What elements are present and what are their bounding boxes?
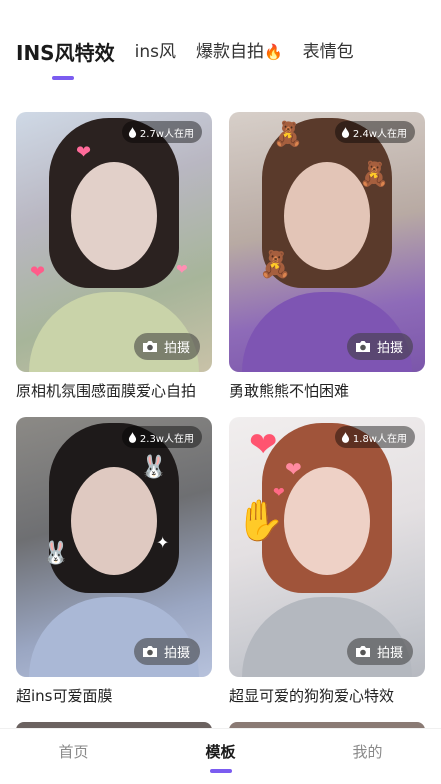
bottom-navigation: 首页 模板 我的 [0,728,441,784]
template-card[interactable]: 🧸 🧸 🧸 2.4w人在用 拍摄 勇敢熊熊不怕困难 [229,112,425,401]
shoot-label: 拍摄 [163,646,190,661]
tab-hot-selfie[interactable]: 爆款自拍🔥 [196,40,283,64]
photo-face [284,162,370,270]
flame-icon [128,126,137,138]
nav-templates[interactable]: 模板 [147,729,294,784]
template-card[interactable]: ❤ ❤ ❤ ✋ 1.8w人在用 拍摄 超显可爱的狗狗爱心特效 [229,417,425,706]
template-thumbnail[interactable]: 🧸 🧸 🧸 2.4w人在用 拍摄 [229,112,425,372]
camera-icon [142,341,157,352]
active-tab-indicator [52,76,74,80]
template-card[interactable]: ❤ ❤ ❤ 2.7w人在用 拍摄 原相机氛围感面膜爱心自拍 [16,112,212,401]
flame-icon [128,431,137,443]
flame-icon [341,431,350,443]
heart-sticker: ❤ [30,262,46,283]
category-tabs: INS风特效 ins风 爆款自拍🔥 表情包 [16,40,425,84]
shoot-button[interactable]: 拍摄 [346,333,413,360]
usage-count: 1.8w人在用 [352,433,407,445]
shoot-label: 拍摄 [376,646,403,661]
photo-clothing [29,597,199,677]
bear-sticker: 🧸 [259,250,292,280]
heart-sticker: ❤ [76,142,92,163]
heart-sticker: ❤ [285,457,302,481]
photo-face [71,467,157,575]
tab-label: ins风 [134,42,176,62]
shoot-label: 拍摄 [376,341,403,356]
fire-icon: 🔥 [263,43,283,61]
usage-badge: 2.3w人在用 [121,426,202,448]
usage-badge: 1.8w人在用 [334,426,415,448]
bunny-sticker: 🐰 [42,541,70,566]
usage-badge: 2.4w人在用 [334,121,415,143]
template-thumbnail[interactable]: 🐰 🐰 ✦ 2.3w人在用 拍摄 [16,417,212,677]
usage-badge: 2.7w人在用 [121,121,202,143]
usage-count: 2.7w人在用 [139,128,194,140]
nav-profile[interactable]: 我的 [294,729,441,784]
bunny-sticker: 🐰 [140,455,168,480]
tab-label: 爆款自拍 [195,42,264,62]
template-thumbnail[interactable]: ❤ ❤ ❤ 2.7w人在用 拍摄 [16,112,212,372]
nav-label: 我的 [352,743,383,761]
photo-clothing [242,292,412,372]
flame-icon [341,126,350,138]
template-thumbnail[interactable]: ❤ ❤ ❤ ✋ 1.8w人在用 拍摄 [229,417,425,677]
camera-icon [355,646,370,657]
tab-ins-style[interactable]: ins风 [135,40,176,64]
nav-label: 首页 [58,743,89,761]
camera-icon [142,646,157,657]
tab-stickers[interactable]: 表情包 [303,40,354,64]
photo-face [71,162,157,270]
tab-label: INS风特效 [16,41,115,65]
usage-count: 2.4w人在用 [352,128,407,140]
photo-clothing [242,597,412,677]
photo-clothing [29,292,199,372]
tab-ins-effects[interactable]: INS风特效 [16,40,115,80]
shoot-button[interactable]: 拍摄 [133,333,200,360]
template-title: 勇敢熊熊不怕困难 [229,382,350,400]
shoot-label: 拍摄 [163,341,190,356]
nav-label: 模板 [205,743,236,761]
active-nav-indicator [209,769,232,773]
nav-home[interactable]: 首页 [0,729,147,784]
glove-shape: ✋ [235,498,285,544]
camera-icon [355,341,370,352]
sparkle-sticker: ✦ [156,533,170,552]
template-title: 超ins可爱面膜 [16,687,113,705]
template-title: 原相机氛围感面膜爱心自拍 [16,382,197,400]
tab-label: 表情包 [302,42,354,62]
photo-face [284,467,370,575]
heart-sticker: ❤ [249,425,278,465]
template-title: 超显可爱的狗狗爱心特效 [229,687,395,705]
shoot-button[interactable]: 拍摄 [346,638,413,665]
usage-count: 2.3w人在用 [139,433,194,445]
heart-sticker: ❤ [176,262,188,278]
bear-sticker: 🧸 [273,120,303,148]
template-card[interactable]: 🐰 🐰 ✦ 2.3w人在用 拍摄 超ins可爱面膜 [16,417,212,706]
bear-sticker: 🧸 [359,160,389,188]
shoot-button[interactable]: 拍摄 [133,638,200,665]
